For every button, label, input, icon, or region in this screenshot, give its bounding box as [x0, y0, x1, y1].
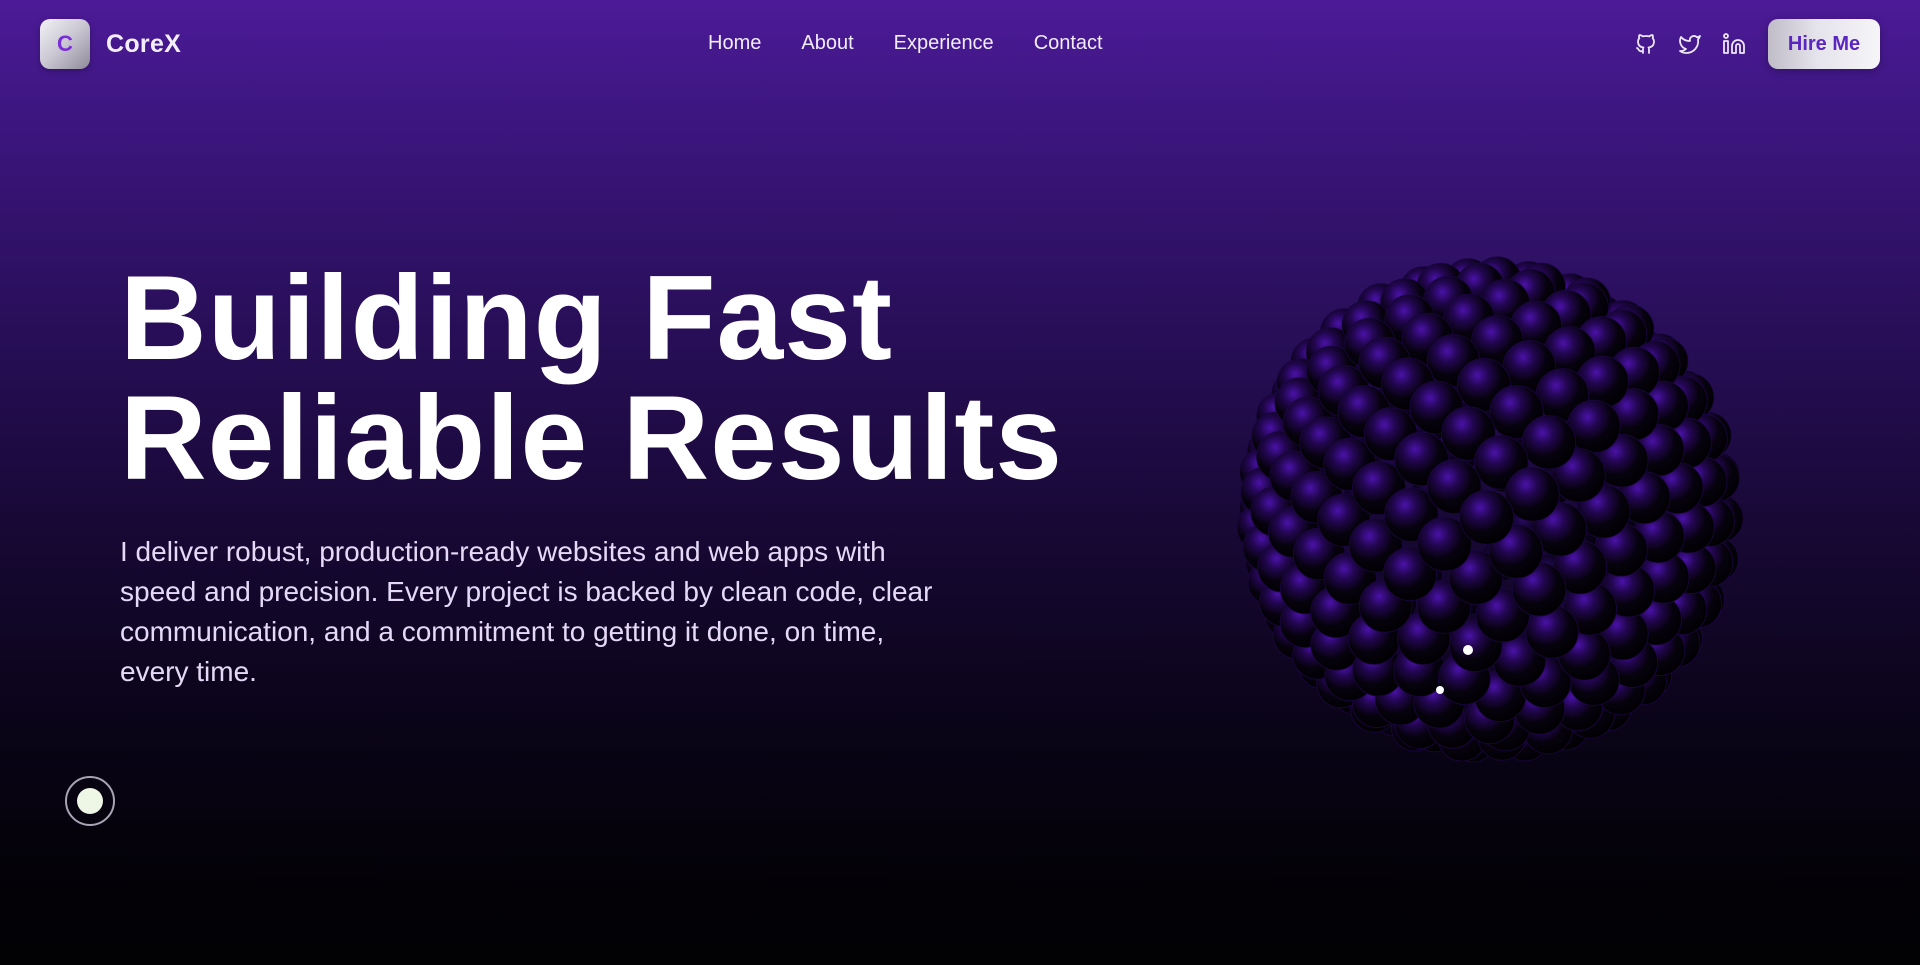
main-nav: Home About Experience Contact [708, 32, 1103, 55]
social-links [1632, 30, 1748, 58]
linkedin-icon[interactable] [1720, 30, 1748, 58]
sphere-ball [1459, 489, 1515, 545]
sphere-ball [1521, 415, 1576, 470]
toggle-dot-icon [77, 788, 103, 814]
hero-headline: Building Fast Reliable Results [120, 258, 1063, 498]
sphere-svg [1236, 256, 1744, 763]
theme-toggle-button[interactable] [65, 776, 115, 826]
sphere-highlight [1463, 645, 1473, 655]
nav-link-experience[interactable]: Experience [894, 32, 994, 55]
logo-badge: C [40, 19, 90, 69]
hero-headline-line-1: Building Fast [120, 251, 893, 385]
github-icon[interactable] [1632, 30, 1660, 58]
sphere-highlight [1436, 686, 1444, 694]
nav-link-about[interactable]: About [801, 32, 853, 55]
brand-name: CoreX [106, 29, 182, 58]
top-navbar: C CoreX Home About Experience Contact Hi… [0, 0, 1920, 88]
nav-link-contact[interactable]: Contact [1034, 32, 1103, 55]
twitter-icon[interactable] [1676, 30, 1704, 58]
hero-description: I deliver robust, production-ready websi… [120, 536, 933, 687]
nav-link-home[interactable]: Home [708, 32, 761, 55]
hire-me-button[interactable]: Hire Me [1768, 19, 1880, 69]
brand-logo[interactable]: C CoreX [40, 19, 181, 69]
hero-headline-line-2: Reliable Results [120, 371, 1064, 505]
ball-sphere-visual [1190, 210, 1790, 810]
